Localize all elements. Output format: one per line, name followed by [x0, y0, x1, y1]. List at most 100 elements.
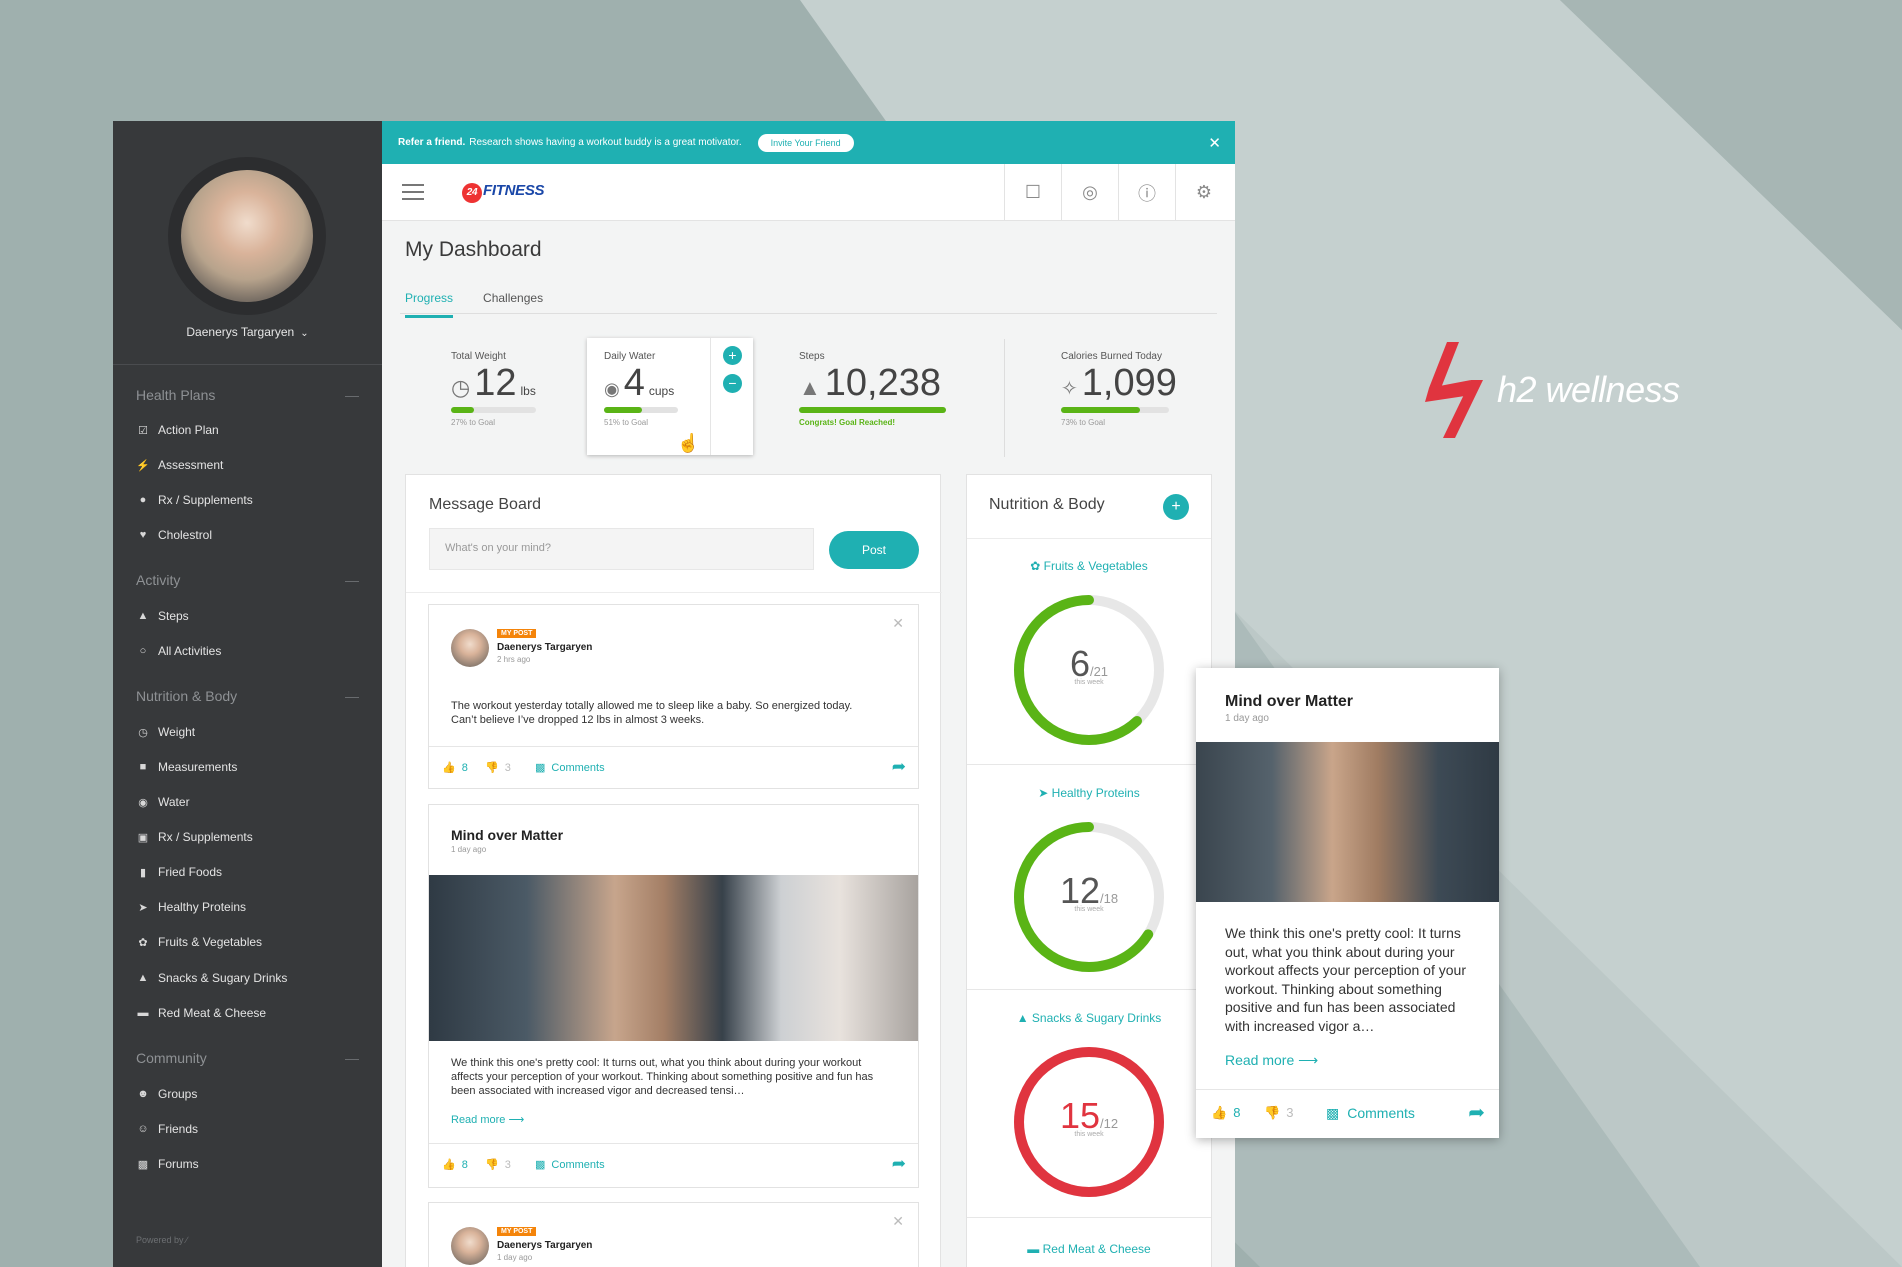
sidebar-item-label: Rx / Supplements	[158, 493, 253, 507]
sidebar-item-snacks-sugary-drinks[interactable]: ▲ Snacks & Sugary Drinks	[136, 971, 288, 985]
stat-total-weight[interactable]: Total Weight ◷ 12 lbs 27% to Goal	[451, 351, 536, 427]
sidebar-item-fried-foods[interactable]: ▮ Fried Foods	[136, 865, 222, 879]
dislike-count: 3	[1286, 1105, 1294, 1120]
sidebar-item-action-plan[interactable]: ☑ Action Plan	[136, 423, 219, 437]
sidebar-item-label: Cholestrol	[158, 528, 213, 542]
article-title[interactable]: Mind over Matter	[451, 827, 563, 843]
comments-button[interactable]: ▩ Comments	[535, 761, 605, 775]
close-icon[interactable]: ✕	[1208, 134, 1221, 152]
user-name: Daenerys Targaryen	[186, 325, 295, 339]
decrement-water-button[interactable]: −	[723, 374, 742, 393]
h2-logo-icon	[1425, 342, 1483, 438]
sidebar-item-cholestrol[interactable]: ♥ Cholestrol	[136, 528, 212, 542]
section-health-plans[interactable]: Health Plans —	[136, 387, 359, 403]
like-button[interactable]: 👍 8	[442, 1158, 468, 1172]
dislike-button[interactable]: 👎 3	[1264, 1105, 1293, 1121]
sidebar-item-measurements[interactable]: ■ Measurements	[136, 760, 238, 774]
add-nutrition-button[interactable]: +	[1163, 494, 1189, 520]
sidebar-item-fruits-vegetables[interactable]: ✿ Fruits & Vegetables	[136, 935, 262, 949]
sidebar-item-weight[interactable]: ◷ Weight	[136, 725, 195, 739]
post-author[interactable]: Daenerys Targaryen	[497, 1240, 592, 1251]
target-icon[interactable]: ◎	[1061, 164, 1118, 221]
article-excerpt: We think this one's pretty cool: It turn…	[1225, 925, 1466, 1034]
section-activity[interactable]: Activity —	[136, 572, 359, 588]
like-button[interactable]: 👍 8	[1211, 1105, 1240, 1121]
ring-value: 12	[1059, 870, 1100, 911]
avatar[interactable]	[451, 1227, 489, 1265]
comments-button[interactable]: ▩ Comments	[535, 1158, 605, 1172]
settings-gear-icon[interactable]: ⚙	[1175, 164, 1232, 221]
sidebar-item-groups[interactable]: ☻ Groups	[136, 1087, 197, 1101]
status-input[interactable]: What's on your mind?	[429, 528, 814, 570]
meat-icon: ▬	[137, 1007, 149, 1019]
nutrition-fruits-veg[interactable]: ✿ Fruits & Vegetables 6/21 this week	[967, 538, 1211, 765]
nutrition-red-meat[interactable]: ▬ Red Meat & Cheese	[967, 1242, 1211, 1256]
fitness-logo[interactable]: 24 FITNESS	[462, 182, 545, 203]
post-button[interactable]: Post	[829, 531, 919, 569]
comments-button[interactable]: ▩ Comments	[1326, 1105, 1415, 1122]
collapse-icon[interactable]: —	[345, 1050, 359, 1066]
invite-friend-button[interactable]: Invite Your Friend	[757, 133, 854, 152]
sidebar-item-label: Action Plan	[158, 423, 219, 437]
collapse-icon[interactable]: —	[345, 387, 359, 403]
avatar[interactable]	[451, 629, 489, 667]
progress-caption: 73% to Goal	[1061, 418, 1106, 427]
ring-goal: /21	[1089, 664, 1109, 679]
sidebar-item-assessment[interactable]: ⚡ Assessment	[136, 458, 223, 472]
message-board-panel: Message Board What's on your mind? MY PO…	[405, 474, 942, 1267]
sidebar-item-rx-supplements[interactable]: ● Rx / Supplements	[136, 493, 253, 507]
daily-water-card[interactable]: Daily Water ◉ 4 cups 51% to Goal + − ☝	[587, 338, 753, 455]
dislike-button[interactable]: 👎 3	[485, 1158, 511, 1172]
nutrition-snacks[interactable]: ▲ Snacks & Sugary Drinks 15/12 this week	[967, 990, 1211, 1218]
nutrition-label: ➤ Healthy Proteins	[967, 786, 1211, 800]
stat-calories[interactable]: Calories Burned Today ✧ 1,099 73% to Goal	[1061, 351, 1177, 427]
like-button[interactable]: 👍 8	[442, 761, 468, 775]
share-icon[interactable]: ➦	[1468, 1100, 1485, 1125]
sidebar-item-healthy-proteins[interactable]: ➤ Healthy Proteins	[136, 900, 246, 914]
clipboard-icon[interactable]: ☐	[1004, 164, 1061, 221]
progress-caption: Congrats! Goal Reached!	[799, 418, 896, 427]
sidebar-item-water[interactable]: ◉ Water	[136, 795, 189, 809]
person-icon: ☺	[137, 1123, 149, 1135]
nutrition-healthy-proteins[interactable]: ➤ Healthy Proteins 12/18 this week	[967, 765, 1211, 990]
sidebar: Daenerys Targaryen ⌄ Health Plans — ☑ Actio…	[113, 121, 382, 1267]
increment-water-button[interactable]: +	[723, 346, 742, 365]
divider	[113, 364, 382, 365]
article-title[interactable]: Mind over Matter	[1225, 693, 1353, 711]
section-community[interactable]: Community —	[136, 1050, 359, 1066]
powered-by-label: Powered by	[136, 1235, 184, 1245]
read-more-link[interactable]: Read more ⟶	[1225, 1052, 1318, 1069]
comments-label: Comments	[1347, 1105, 1415, 1121]
nutrition-label-text: Fruits & Vegetables	[1043, 559, 1148, 573]
sidebar-item-friends[interactable]: ☺ Friends	[136, 1122, 198, 1136]
water-stepper: + −	[710, 338, 753, 455]
stat-steps[interactable]: Steps ▲ 10,238 Congrats! Goal Reached!	[799, 351, 946, 427]
post-time: 2 hrs ago	[497, 655, 531, 664]
read-more-link[interactable]: Read more ⟶	[451, 1113, 524, 1126]
sidebar-item-steps[interactable]: ▲ Steps	[136, 609, 189, 623]
nutrition-label-text: Red Meat & Cheese	[1042, 1242, 1151, 1256]
collapse-icon[interactable]: —	[345, 688, 359, 704]
user-menu[interactable]: Daenerys Targaryen ⌄	[113, 325, 382, 339]
close-icon[interactable]: ✕	[892, 615, 904, 632]
help-icon[interactable]: ⓘ	[1118, 164, 1175, 221]
article-image[interactable]	[429, 875, 918, 1041]
collapse-icon[interactable]: —	[345, 572, 359, 588]
post-time: 1 day ago	[497, 1253, 533, 1262]
comment-icon: ▩	[535, 762, 546, 774]
sidebar-item-all-activities[interactable]: ○ All Activities	[136, 644, 222, 658]
sidebar-item-red-meat-cheese[interactable]: ▬ Red Meat & Cheese	[136, 1006, 267, 1020]
section-nutrition-body[interactable]: Nutrition & Body —	[136, 688, 359, 704]
avatar[interactable]	[181, 170, 313, 302]
post-author[interactable]: Daenerys Targaryen	[497, 642, 592, 653]
hamburger-menu-icon[interactable]	[402, 184, 424, 200]
sidebar-item-label: Weight	[158, 725, 196, 739]
clipboard-icon: ☑	[138, 424, 148, 437]
sidebar-item-forums[interactable]: ▩ Forums	[136, 1157, 199, 1171]
share-icon[interactable]: ➦	[892, 757, 906, 777]
dislike-button[interactable]: 👎 3	[485, 761, 511, 775]
article-image[interactable]	[1196, 742, 1499, 902]
sidebar-item-rx-supplements-2[interactable]: ▣ Rx / Supplements	[136, 830, 253, 844]
close-icon[interactable]: ✕	[892, 1213, 904, 1230]
share-icon[interactable]: ➦	[892, 1154, 906, 1174]
